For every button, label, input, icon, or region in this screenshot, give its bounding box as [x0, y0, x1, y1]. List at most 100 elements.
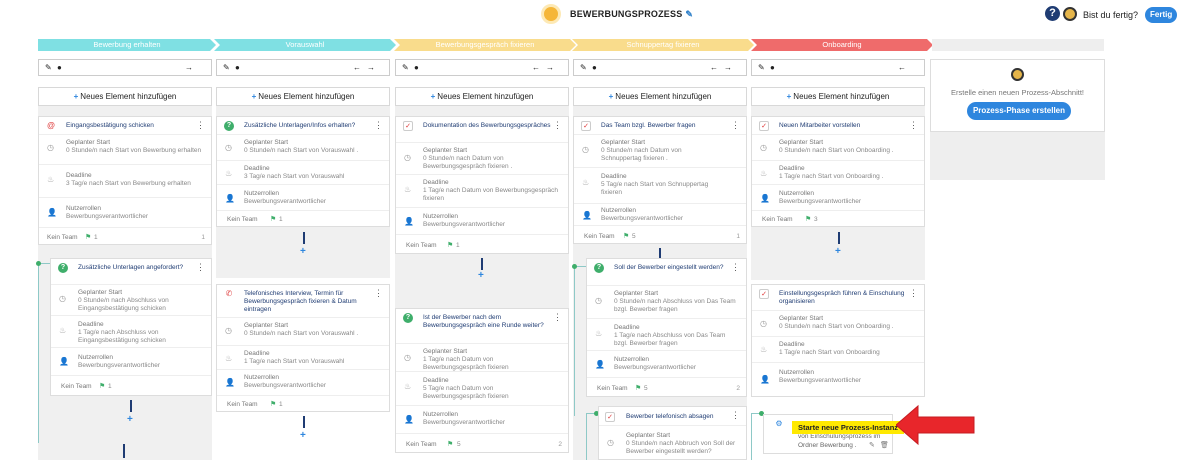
decision-card[interactable]: ? Ist der Bewerber nach dem Bewerbungsge…	[395, 308, 569, 453]
phase-onboarding[interactable]: Onboarding	[751, 39, 933, 51]
more-menu-icon[interactable]: ⋮	[196, 120, 205, 131]
add-step-plus[interactable]: +	[127, 414, 133, 425]
add-step-plus[interactable]: +	[300, 430, 306, 441]
column-toolbar: ✎ ● ←	[751, 59, 925, 76]
column-toolbar: ✎ ● ← →	[395, 59, 569, 76]
task-title[interactable]: Einstellungsgespräch führen & Einschulun…	[752, 285, 924, 306]
task-card[interactable]: ✓ Neuen Mitarbeiter vorstellen ⋮ ◷ Geplan…	[751, 116, 925, 227]
user-icon: 👤	[404, 415, 414, 424]
fire-icon: ♨	[582, 178, 590, 187]
task-title[interactable]: Ist der Bewerber nach dem Bewerbungsgesp…	[396, 309, 568, 330]
task-title[interactable]: Zusätzliche Unterlagen/Infos erhalten?	[217, 117, 389, 130]
task-card[interactable]: @ Eingangsbestätigung schicken ⋮ ◷ Geplan…	[38, 116, 212, 245]
decision-card[interactable]: ? Zusätzliche Unterlagen/Infos erhalten?…	[216, 116, 390, 227]
phase-bewerbungsgespraech[interactable]: Bewerbungsgespräch fixieren	[394, 39, 576, 51]
branch-line	[38, 263, 50, 443]
more-menu-icon[interactable]: ⋮	[553, 120, 562, 131]
edit-pencil-icon[interactable]: ✎	[869, 441, 875, 449]
drop-icon[interactable]: ●	[592, 63, 597, 72]
phase-vorauswahl[interactable]: Vorauswahl	[214, 39, 396, 51]
add-element-button[interactable]: + Neues Element hinzufügen	[38, 87, 212, 106]
decision-card[interactable]: ? Zusätzliche Unterlagen angefordert? ⋮ …	[50, 258, 212, 396]
arrow-right-icon[interactable]: →	[185, 63, 193, 72]
decision-card[interactable]: ? Soll der Bewerber eingestellt werden? …	[586, 258, 747, 397]
trash-icon[interactable]: 🗑	[880, 441, 889, 449]
clock-icon: ◷	[595, 296, 602, 305]
pencil-icon[interactable]: ✎	[402, 63, 409, 72]
mascot-icon	[1011, 68, 1024, 81]
more-menu-icon[interactable]: ⋮	[731, 262, 740, 273]
task-card[interactable]: ✓ Das Team bzgl. Bewerber fragen ⋮ ◷ Gepl…	[573, 116, 747, 244]
drop-icon[interactable]: ●	[414, 63, 419, 72]
process-title[interactable]: BEWERBUNGSPROZESS ✎	[570, 9, 693, 20]
flag-icon: ⚑	[447, 441, 454, 448]
connector-line	[481, 258, 483, 270]
flag-icon: ⚑	[635, 385, 642, 392]
task-card[interactable]: ✓ Bewerber telefonisch absagen ⋮ ◷ Geplan…	[598, 406, 747, 460]
phase-placeholder	[932, 39, 1104, 51]
phase-bewerbung-erhalten[interactable]: Bewerbung erhalten	[38, 39, 216, 51]
task-title[interactable]: Soll der Bewerber eingestellt werden?	[587, 259, 746, 272]
flag-icon: ⚑	[270, 216, 277, 223]
branch-line	[751, 413, 763, 460]
add-element-button[interactable]: + Neues Element hinzufügen	[573, 87, 747, 106]
task-card[interactable]: ✆ Telefonisches Interview, Termin für Be…	[216, 284, 390, 412]
more-menu-icon[interactable]: ⋮	[909, 120, 918, 131]
done-question: Bist du fertig?	[1083, 10, 1139, 20]
flag-icon: ⚑	[447, 242, 454, 249]
drop-icon[interactable]: ●	[57, 63, 62, 72]
drop-icon[interactable]: ●	[235, 63, 240, 72]
add-step-plus[interactable]: +	[478, 270, 484, 281]
column-toolbar: ✎ ● →	[38, 59, 212, 76]
add-element-button[interactable]: + Neues Element hinzufügen	[216, 87, 390, 106]
task-title[interactable]: Eingangsbestätigung schicken	[39, 117, 211, 130]
arrow-left-icon[interactable]: ←	[353, 63, 361, 72]
more-menu-icon[interactable]: ⋮	[553, 312, 562, 323]
more-menu-icon[interactable]: ⋮	[374, 288, 383, 299]
flag-icon: ⚑	[99, 383, 106, 390]
add-element-button[interactable]: + Neues Element hinzufügen	[395, 87, 569, 106]
column-toolbar: ✎ ● ← →	[216, 59, 390, 76]
flag-icon: ⚑	[85, 234, 92, 241]
task-title[interactable]: Das Team bzgl. Bewerber fragen	[574, 117, 746, 130]
add-step-plus[interactable]: +	[300, 246, 306, 257]
clock-icon: ◷	[225, 143, 232, 152]
fire-icon: ♨	[404, 382, 412, 391]
more-menu-icon[interactable]: ⋮	[196, 262, 205, 273]
add-step-plus[interactable]: +	[835, 246, 841, 257]
user-icon: 👤	[760, 194, 770, 203]
create-phase-button[interactable]: Prozess-Phase erstellen	[967, 102, 1071, 120]
more-menu-icon[interactable]: ⋮	[374, 120, 383, 131]
done-button[interactable]: Fertig	[1145, 7, 1178, 23]
pencil-icon[interactable]: ✎	[45, 63, 52, 72]
subprocess-card[interactable]: ⚙ von Einschulungsprozess im Ordner Bewe…	[763, 414, 893, 454]
task-title[interactable]: Dokumentation des Bewerbungsgespräches	[396, 117, 568, 130]
help-icon[interactable]: ?	[1045, 6, 1060, 21]
task-title[interactable]: Bewerber telefonisch absagen	[599, 407, 746, 421]
clock-icon: ◷	[404, 153, 411, 162]
pencil-icon[interactable]: ✎	[580, 63, 587, 72]
fire-icon: ♨	[59, 326, 67, 335]
phase-schnuppertag[interactable]: Schnuppertag fixieren	[572, 39, 754, 51]
arrow-left-icon[interactable]: ←	[710, 63, 718, 72]
more-menu-icon[interactable]: ⋮	[731, 410, 740, 421]
arrow-left-icon[interactable]: ←	[532, 63, 540, 72]
task-title[interactable]: Telefonisches Interview, Termin für Bewe…	[217, 285, 389, 314]
task-card[interactable]: ✓ Einstellungsgespräch führen & Einschul…	[751, 284, 925, 397]
drop-icon[interactable]: ●	[770, 63, 775, 72]
arrow-right-icon[interactable]: →	[724, 63, 732, 72]
add-element-button[interactable]: + Neues Element hinzufügen	[751, 87, 925, 106]
arrow-left-icon[interactable]: ←	[898, 63, 906, 72]
edit-pencil-icon[interactable]: ✎	[685, 9, 693, 19]
task-title[interactable]: Zusätzliche Unterlagen angefordert?	[51, 259, 211, 272]
task-title[interactable]: Neuen Mitarbeiter vorstellen	[752, 117, 924, 130]
more-menu-icon[interactable]: ⋮	[731, 120, 740, 131]
more-menu-icon[interactable]: ⋮	[909, 288, 918, 299]
flag-icon: ⚑	[623, 233, 630, 240]
clock-icon: ◷	[760, 319, 767, 328]
arrow-right-icon[interactable]: →	[546, 63, 554, 72]
pencil-icon[interactable]: ✎	[758, 63, 765, 72]
pencil-icon[interactable]: ✎	[223, 63, 230, 72]
arrow-right-icon[interactable]: →	[367, 63, 375, 72]
task-card[interactable]: ✓ Dokumentation des Bewerbungsgespräches…	[395, 116, 569, 254]
